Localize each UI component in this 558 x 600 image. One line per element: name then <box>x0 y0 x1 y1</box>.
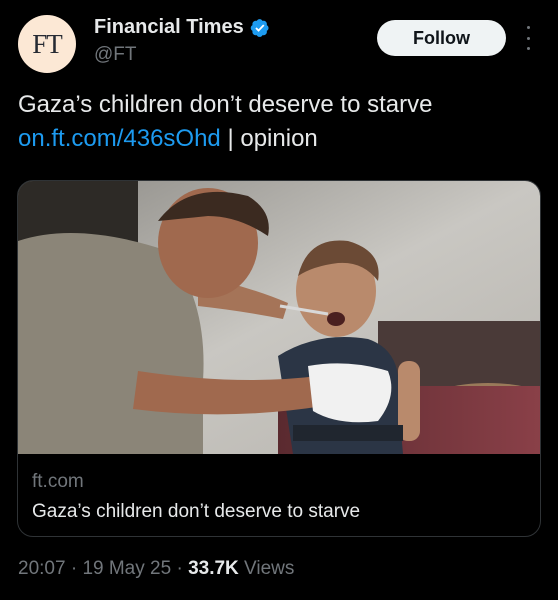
author-name-row: Financial Times <box>94 16 270 39</box>
meta-separator: · <box>65 558 83 579</box>
more-options-icon[interactable] <box>520 26 536 50</box>
tweet-text: Gaza’s children don’t deserve to starve … <box>18 88 538 156</box>
tweet-text-suffix: | opinion <box>227 125 318 152</box>
avatar-logo-text: FT <box>32 28 62 59</box>
avatar[interactable]: FT <box>18 15 76 73</box>
link-card[interactable]: ft.com Gaza’s children don’t deserve to … <box>17 180 541 537</box>
author-handle[interactable]: @FT <box>94 44 137 66</box>
card-image[interactable] <box>18 181 541 454</box>
tweet-link[interactable]: on.ft.com/436sOhd <box>18 125 221 152</box>
views-label: Views <box>238 558 295 579</box>
tweet-time[interactable]: 20:07 <box>18 558 66 580</box>
tweet-text-line-2: on.ft.com/436sOhd | opinion <box>18 122 538 156</box>
tweet-text-line: Gaza’s children don’t deserve to starve <box>18 91 433 118</box>
meta-separator: · <box>171 558 189 579</box>
tweet: FT Financial Times @FT Follow Gaza’s chi… <box>0 0 558 600</box>
card-title: Gaza’s children don’t deserve to starve <box>32 501 361 522</box>
author-name[interactable]: Financial Times <box>94 16 244 39</box>
tweet-date[interactable]: 19 May 25 <box>82 558 171 580</box>
follow-button[interactable]: Follow <box>377 20 506 56</box>
card-domain: ft.com <box>32 471 84 492</box>
verified-badge-icon <box>250 18 269 37</box>
views-count: 33.7K <box>188 558 239 579</box>
tweet-meta: 20:07 · 19 May 25 · 33.7K Views <box>18 558 294 580</box>
